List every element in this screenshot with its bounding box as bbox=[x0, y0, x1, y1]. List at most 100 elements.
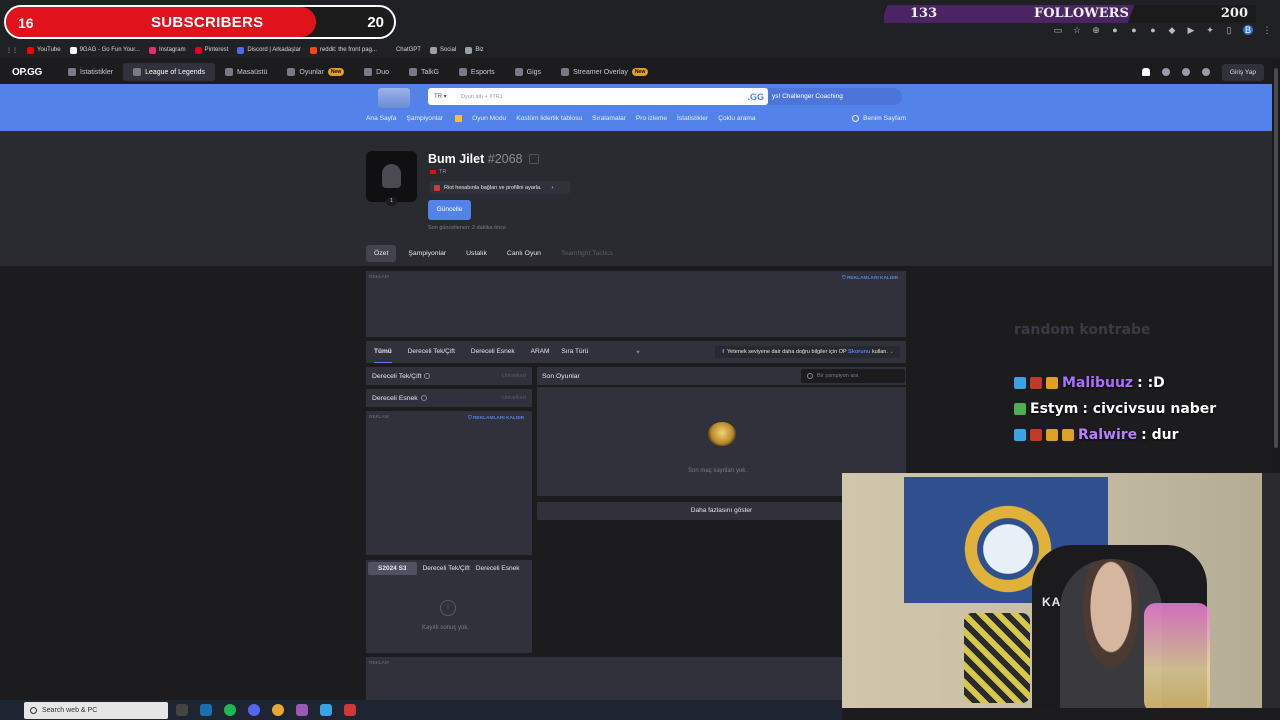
language-icon[interactable] bbox=[1201, 68, 1210, 76]
bookmark-item[interactable]: Discord | Arkadaşlar bbox=[237, 46, 301, 54]
remove-ads-link[interactable]: ⛉ REKLAMLARI KALDIR bbox=[842, 275, 898, 281]
search-input[interactable]: Oyun adı + #TR1 bbox=[461, 94, 503, 100]
search-gg-button[interactable]: .GG bbox=[747, 92, 764, 102]
apps-icon[interactable]: ⋮⋮ bbox=[6, 47, 18, 54]
filter-tab[interactable]: Tümü bbox=[366, 341, 400, 363]
riot-icon bbox=[434, 184, 440, 191]
login-button[interactable]: Giriş Yap bbox=[1221, 63, 1264, 81]
taskbar-search[interactable]: Search web & PC bbox=[24, 701, 168, 719]
bookmark-item[interactable]: ChatGPT bbox=[385, 46, 421, 54]
profile-tab[interactable]: Teamfight Tactics bbox=[553, 245, 621, 262]
steam-icon[interactable] bbox=[200, 704, 212, 716]
bookmark-favicon-icon bbox=[194, 46, 202, 54]
task-view-icon[interactable] bbox=[176, 704, 188, 716]
nav-item[interactable]: Duo bbox=[354, 63, 399, 81]
nav-item[interactable]: Esports bbox=[449, 63, 505, 81]
info-icon[interactable] bbox=[424, 373, 431, 379]
subscriber-count: 16 bbox=[18, 15, 34, 31]
profile-icon: 1 bbox=[366, 151, 417, 206]
bookmark-item[interactable]: YouTube bbox=[27, 46, 61, 54]
opgg-logo[interactable]: OP.GG bbox=[12, 67, 42, 78]
filter-tab[interactable]: Dereceli Esnek bbox=[463, 341, 523, 363]
subnav-item[interactable]: Oyun Modu bbox=[472, 115, 506, 122]
profile-tabs: Özet Şampiyonlar Ustalık Canlı Oyun Teamfigh… bbox=[366, 245, 621, 262]
extensions-puzzle-icon[interactable]: ✦ bbox=[1205, 25, 1215, 35]
chat-badge-icon bbox=[1014, 377, 1026, 389]
profile-avatar-icon[interactable]: B bbox=[1243, 25, 1253, 35]
tab-season[interactable]: S2024 S3 bbox=[368, 561, 417, 575]
update-button[interactable]: Güncelle bbox=[428, 200, 471, 220]
app-icon[interactable] bbox=[320, 704, 332, 716]
remove-ads-link[interactable]: ⛉ REKLAMLARI KALDIR bbox=[468, 415, 524, 421]
favorite-icon[interactable] bbox=[528, 154, 539, 164]
subnav-item[interactable]: Ana Sayfa bbox=[366, 115, 396, 122]
notification-bell-icon[interactable] bbox=[1141, 68, 1150, 76]
profile-tab[interactable]: Canlı Oyun bbox=[499, 245, 549, 262]
windows-taskbar: Search web & PC bbox=[0, 700, 842, 720]
extension-icon[interactable]: ▶ bbox=[1186, 25, 1196, 35]
chrome-icon[interactable] bbox=[272, 704, 284, 716]
bookmark-item[interactable]: 9GAG - Go Fun Your... bbox=[69, 46, 140, 54]
extension-icon[interactable]: ◆ bbox=[1167, 25, 1177, 35]
tab-season-solo[interactable]: Dereceli Tek/Çift bbox=[423, 565, 470, 572]
bookmark-item[interactable]: Social bbox=[429, 46, 456, 54]
subnav-item[interactable]: Sıralamalar bbox=[592, 115, 626, 122]
nav-item[interactable]: Oyunlar New bbox=[277, 63, 354, 81]
menu-icon[interactable]: ⋮ bbox=[1262, 25, 1272, 35]
new-indicator-icon bbox=[455, 115, 463, 122]
my-page-link[interactable]: Benim Sayfam bbox=[852, 115, 906, 122]
taskbar-apps bbox=[176, 704, 356, 716]
bookmark-item[interactable]: Instagram bbox=[148, 46, 186, 54]
subnav-item[interactable]: Çoklu arama bbox=[718, 115, 755, 122]
cast-icon[interactable]: ▭ bbox=[1053, 25, 1063, 35]
pillow bbox=[964, 613, 1030, 703]
nav-item[interactable]: Gigs bbox=[505, 63, 551, 81]
spotify-icon[interactable] bbox=[224, 704, 236, 716]
nav-item[interactable]: TalkG bbox=[399, 63, 449, 81]
discord-icon[interactable] bbox=[248, 704, 260, 716]
sidebar-icon[interactable]: ▯ bbox=[1224, 25, 1234, 35]
profile-tab[interactable]: Özet bbox=[366, 245, 397, 262]
bookmark-favicon-icon bbox=[385, 46, 393, 54]
bookmark-item[interactable]: Biz bbox=[465, 46, 484, 54]
settings-icon[interactable] bbox=[1161, 68, 1170, 76]
nav-item[interactable]: İstatistikler bbox=[58, 63, 123, 81]
bookmark-item[interactable]: Pinterest bbox=[194, 46, 228, 54]
op-score-info[interactable]: ⬆ Yetenek seviyene dair daha doğru bilgi… bbox=[714, 346, 900, 358]
coaching-promo[interactable]: ys! Challenger Coaching bbox=[768, 88, 902, 105]
nav-item[interactable]: Masaüstü bbox=[215, 63, 277, 81]
subnav-item[interactable]: Pro izleme bbox=[636, 115, 667, 122]
nav-item[interactable]: Streamer Overlay New bbox=[551, 63, 658, 81]
extension-icon[interactable]: ● bbox=[1110, 25, 1120, 35]
queue-type-select[interactable]: Sıra Türü ▾ bbox=[561, 348, 639, 356]
zoom-icon[interactable]: ⊕ bbox=[1091, 25, 1101, 35]
nav-item[interactable]: League of Legends bbox=[123, 63, 216, 81]
subnav-item[interactable]: Şampiyonlar bbox=[406, 115, 443, 122]
obs-icon[interactable] bbox=[296, 704, 308, 716]
ad-banner-left bbox=[366, 411, 532, 555]
scrollbar-thumb[interactable] bbox=[1274, 68, 1278, 448]
dark-mode-icon[interactable] bbox=[1181, 68, 1190, 76]
profile-tab[interactable]: Ustalık bbox=[458, 245, 495, 262]
app-icon[interactable] bbox=[344, 704, 356, 716]
chat-text: : civcivsuu naber bbox=[1082, 401, 1217, 417]
bookmark-star-icon[interactable]: ☆ bbox=[1072, 25, 1082, 35]
subnav-item[interactable]: İstatistikler bbox=[677, 115, 708, 122]
filter-tab[interactable]: Dereceli Tek/Çift bbox=[400, 341, 463, 363]
summoner-search[interactable]: TR ▾ Oyun adı + #TR1 .GG bbox=[428, 88, 768, 105]
champion-search-input[interactable]: Bir şampiyon ara bbox=[801, 369, 905, 383]
bookmark-item[interactable]: reddit: the front pag... bbox=[309, 46, 377, 54]
filter-tab[interactable]: ARAM bbox=[523, 341, 558, 363]
profile-tab[interactable]: Şampiyonlar bbox=[400, 245, 454, 262]
riot-connect-link[interactable]: Riot hesabınla bağlan ve profilini ayarl… bbox=[430, 181, 570, 194]
region-select[interactable]: TR ▾ bbox=[434, 93, 447, 100]
extension-icon[interactable]: ● bbox=[1148, 25, 1158, 35]
page-scrollbar[interactable] bbox=[1272, 60, 1280, 473]
info-icon[interactable] bbox=[420, 395, 427, 401]
opgg-mascot-logo[interactable] bbox=[378, 88, 410, 108]
tab-season-flex[interactable]: Dereceli Esnek bbox=[476, 565, 520, 572]
extension-icon[interactable]: ● bbox=[1129, 25, 1139, 35]
bookmark-favicon-icon bbox=[69, 46, 77, 54]
subscriber-label: SUBSCRIBERS bbox=[151, 14, 264, 31]
subnav-item[interactable]: Kostüm liderlik tablosu bbox=[516, 115, 582, 122]
